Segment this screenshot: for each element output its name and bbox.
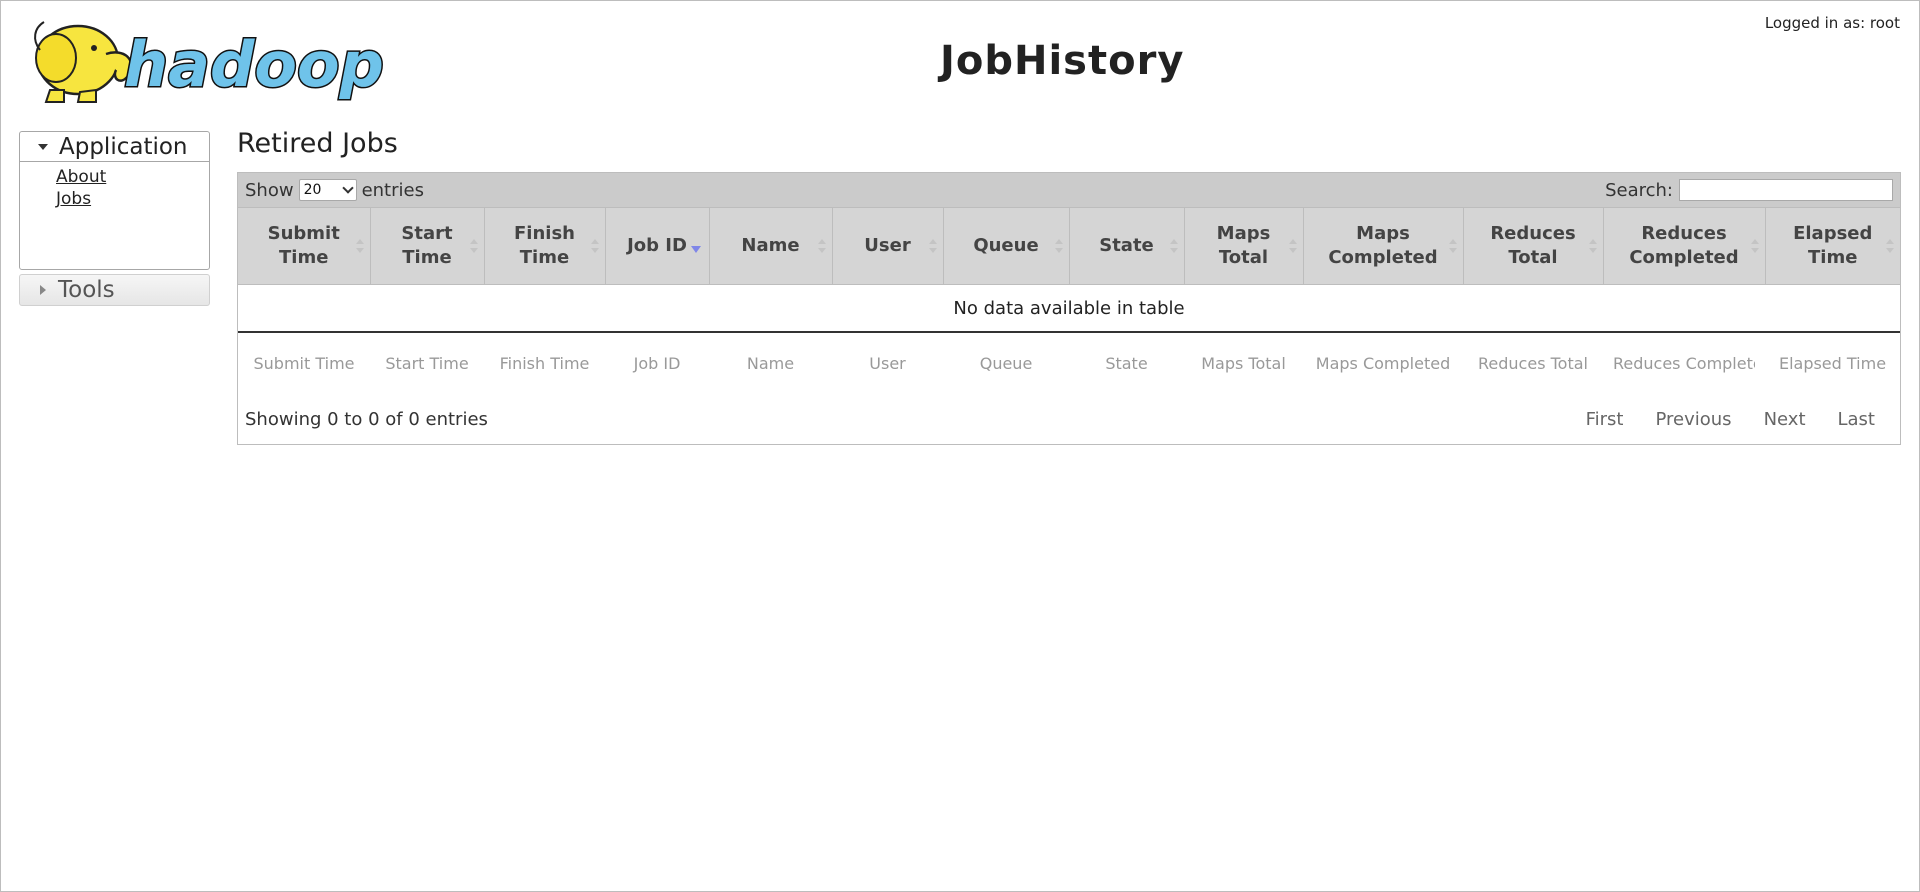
- entries-select[interactable]: 20: [298, 179, 357, 201]
- jobs-table: Submit Time Start Time Finish Time Job I…: [238, 207, 1900, 393]
- jobs-table-wrapper: Show 20 entries Search: Submit Time Star…: [237, 172, 1901, 445]
- filter-reduces-total-input[interactable]: [1473, 353, 1593, 373]
- page-title: JobHistory: [940, 38, 1185, 84]
- column-header-reduces-total[interactable]: Reduces Total: [1463, 207, 1604, 285]
- tools-label: Tools: [58, 277, 115, 303]
- search-filter: Search:: [1605, 179, 1893, 201]
- filter-user-input[interactable]: [842, 353, 933, 373]
- column-header-reduces-completed[interactable]: Reduces Completed: [1603, 207, 1766, 285]
- column-header-maps-total[interactable]: Maps Total: [1184, 207, 1304, 285]
- sort-icon: [590, 239, 599, 253]
- filter-job-id-input[interactable]: [615, 353, 699, 373]
- column-header-state[interactable]: State: [1069, 207, 1185, 285]
- table-info: Showing 0 to 0 of 0 entries: [245, 408, 488, 430]
- column-header-job-id[interactable]: Job ID: [605, 207, 710, 285]
- sort-icon: [817, 239, 826, 253]
- empty-message: No data available in table: [238, 284, 1900, 333]
- column-header-label: Reduces Total: [1490, 223, 1576, 268]
- entries-label: entries: [361, 179, 424, 201]
- column-header-label: Queue: [973, 235, 1039, 256]
- column-header-label: Submit Time: [267, 223, 340, 268]
- column-header-elapsed-time[interactable]: Elapsed Time: [1765, 207, 1900, 285]
- table-footer-bar: Showing 0 to 0 of 0 entries First Previo…: [238, 393, 1900, 445]
- filter-finish-time-input[interactable]: [494, 353, 595, 373]
- sort-icon: [469, 239, 478, 253]
- elephant-icon: [34, 21, 133, 103]
- filter-start-time-input[interactable]: [380, 353, 474, 373]
- last-page-button[interactable]: Last: [1822, 409, 1894, 430]
- section-title: Retired Jobs: [237, 128, 398, 159]
- column-header-label: Job ID: [627, 235, 687, 256]
- column-header-finish-time[interactable]: Finish Time: [484, 207, 606, 285]
- column-header-start-time[interactable]: Start Time: [370, 207, 485, 285]
- sort-icon: [1750, 239, 1759, 253]
- column-header-label: Maps Completed: [1328, 223, 1438, 268]
- application-label: Application: [59, 133, 188, 160]
- application-panel: Application About Jobs: [19, 131, 210, 270]
- empty-row: No data available in table: [238, 284, 1900, 333]
- logo-text: hadoop: [124, 28, 384, 101]
- column-header-submit-time[interactable]: Submit Time: [238, 207, 371, 285]
- sort-icon: [1054, 239, 1063, 253]
- column-header-label: Name: [741, 235, 800, 256]
- previous-page-button[interactable]: Previous: [1639, 409, 1747, 430]
- column-header-label: Finish Time: [514, 223, 575, 268]
- first-page-button[interactable]: First: [1570, 409, 1640, 430]
- search-label: Search:: [1605, 179, 1673, 201]
- search-input[interactable]: [1679, 179, 1893, 201]
- sort-icon: [355, 239, 364, 253]
- application-accordion-header[interactable]: Application: [20, 132, 209, 162]
- sort-icon: [1588, 239, 1597, 253]
- filter-name-input[interactable]: [719, 353, 822, 373]
- column-header-label: User: [864, 235, 911, 256]
- column-header-label: State: [1099, 235, 1154, 256]
- column-header-name[interactable]: Name: [709, 207, 833, 285]
- filter-maps-completed-input[interactable]: [1313, 353, 1453, 373]
- filter-state-input[interactable]: [1079, 353, 1174, 373]
- sort-icon: [1169, 239, 1178, 253]
- next-page-button[interactable]: Next: [1748, 409, 1822, 430]
- column-header-label: Maps Total: [1216, 223, 1271, 268]
- column-header-label: Reduces Completed: [1629, 223, 1739, 268]
- sort-icon: [1886, 239, 1894, 253]
- logged-in-status: Logged in as: root: [1764, 14, 1900, 32]
- sort-icon: [1288, 239, 1297, 253]
- sort-icon: [928, 239, 937, 253]
- entries-length: Show 20 entries: [245, 179, 424, 201]
- jobs-link[interactable]: Jobs: [56, 188, 209, 210]
- show-label: Show: [245, 179, 294, 201]
- table-header-row: Submit Time Start Time Finish Time Job I…: [238, 207, 1900, 285]
- column-header-label: Start Time: [401, 223, 453, 268]
- sort-icon: [1448, 239, 1457, 253]
- application-links: About Jobs: [20, 162, 209, 269]
- hadoop-logo: hadoop: [34, 21, 385, 103]
- sidebar: Application About Jobs Tools: [19, 131, 210, 306]
- column-header-maps-completed[interactable]: Maps Completed: [1303, 207, 1464, 285]
- sort-desc-icon: [690, 246, 701, 253]
- column-header-user[interactable]: User: [832, 207, 944, 285]
- filter-maps-total-input[interactable]: [1194, 353, 1293, 373]
- about-link[interactable]: About: [56, 166, 209, 188]
- tools-accordion-header[interactable]: Tools: [19, 274, 210, 306]
- pagination: First Previous Next Last: [1570, 409, 1893, 430]
- column-header-label: Elapsed Time: [1793, 223, 1873, 268]
- entries-select-value: 20: [303, 182, 322, 198]
- footer-filter-row: [238, 332, 1900, 393]
- table-toolbar: Show 20 entries Search:: [238, 173, 1900, 207]
- filter-elapsed-time-input[interactable]: [1775, 353, 1890, 373]
- chevron-down-icon: [341, 182, 354, 194]
- caret-down-icon: [38, 143, 48, 150]
- filter-queue-input[interactable]: [953, 353, 1059, 373]
- caret-right-icon: [40, 285, 46, 295]
- column-header-queue[interactable]: Queue: [943, 207, 1070, 285]
- filter-reduces-completed-input[interactable]: [1613, 353, 1755, 373]
- filter-submit-time-input[interactable]: [248, 353, 360, 373]
